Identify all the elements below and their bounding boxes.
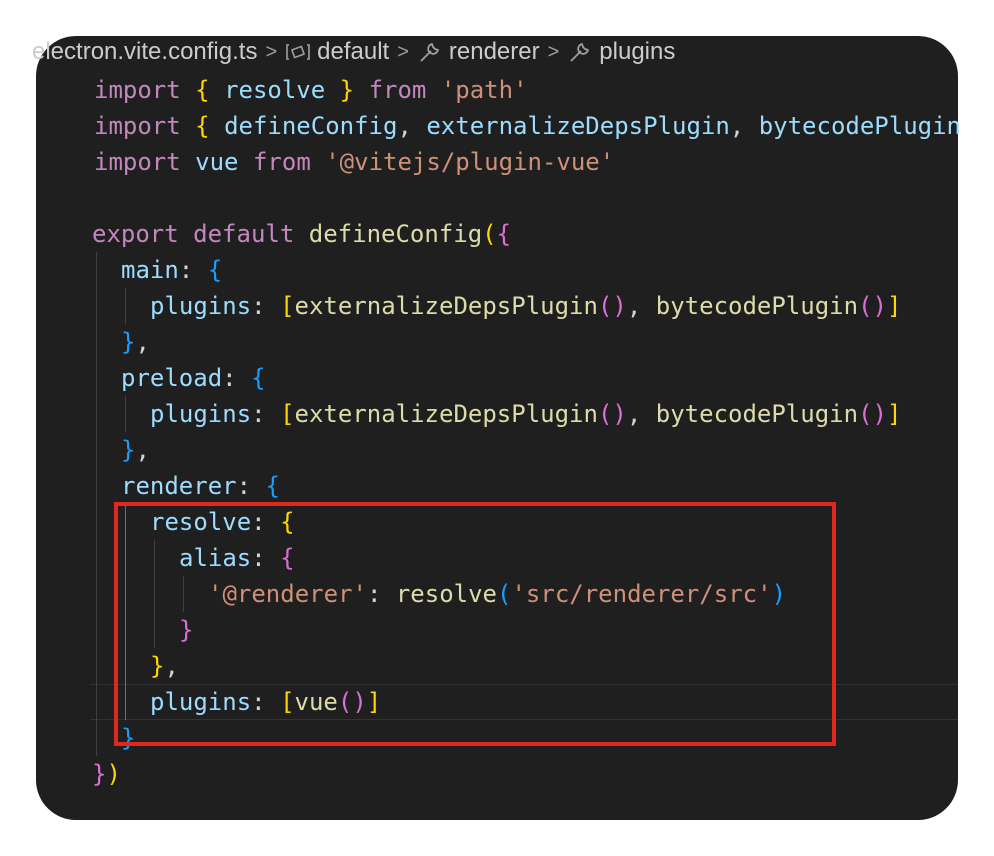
indent-guide xyxy=(96,252,97,756)
breadcrumb-separator: > xyxy=(397,40,409,63)
breadcrumb-file-label: electron.vite.config.ts xyxy=(32,38,258,65)
code-line[interactable]: }, xyxy=(121,432,150,468)
breadcrumb-separator: > xyxy=(265,40,278,63)
breadcrumb-item-default[interactable]: default xyxy=(285,38,389,66)
code-line[interactable]: import vue from '@vitejs/plugin-vue' xyxy=(94,144,614,180)
code-line[interactable]: import { resolve } from 'path' xyxy=(94,72,528,108)
code-line[interactable]: plugins: [externalizeDepsPlugin(), bytec… xyxy=(150,396,901,432)
code-line[interactable]: preload: { xyxy=(121,360,266,396)
breadcrumb-item-label: renderer xyxy=(448,38,540,65)
code-line[interactable]: }, xyxy=(121,324,150,360)
breadcrumb-item-label: default xyxy=(317,38,390,65)
indent-guide xyxy=(125,396,126,432)
module-icon xyxy=(286,44,310,60)
breadcrumb-file[interactable]: electron.vite.config.ts xyxy=(32,38,257,66)
breadcrumb: electron.vite.config.ts > default > rend… xyxy=(32,36,675,68)
code-line[interactable]: main: { xyxy=(121,252,222,288)
wrench-icon xyxy=(420,43,439,62)
wrench-icon xyxy=(570,43,590,62)
breadcrumb-item-plugins[interactable]: plugins xyxy=(567,38,675,66)
code-line[interactable]: plugins: [externalizeDepsPlugin(), bytec… xyxy=(150,288,901,324)
code-line[interactable]: export default defineConfig({ xyxy=(92,216,511,252)
indent-guide xyxy=(125,288,126,324)
breadcrumb-separator: > xyxy=(547,40,560,63)
breadcrumb-item-renderer[interactable]: renderer xyxy=(417,38,540,66)
breadcrumb-item-label: plugins xyxy=(599,38,676,65)
code-line[interactable]: }) xyxy=(92,756,121,792)
code-line[interactable]: import { defineConfig, externalizeDepsPl… xyxy=(94,108,961,144)
code-line[interactable]: renderer: { xyxy=(121,468,280,504)
annotation-highlight-box xyxy=(114,502,836,746)
